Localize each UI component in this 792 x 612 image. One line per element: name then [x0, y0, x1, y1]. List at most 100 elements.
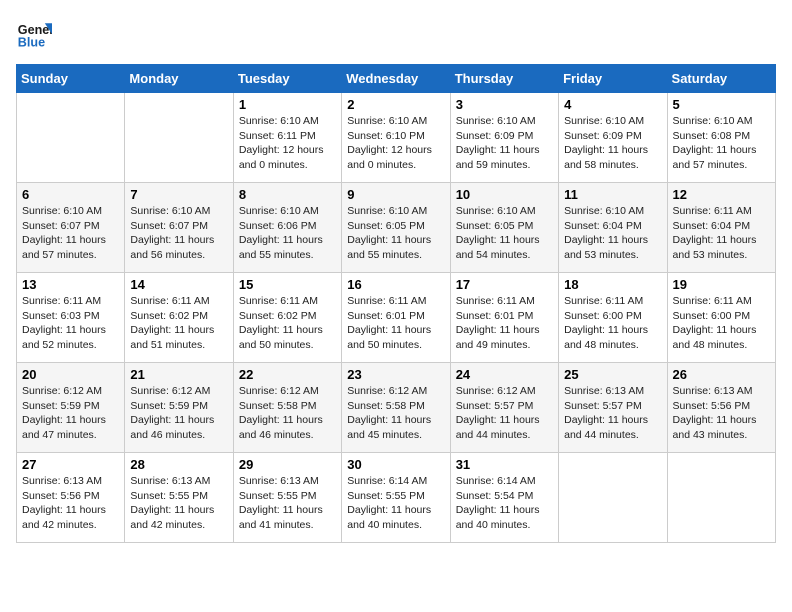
day-number: 9 — [347, 187, 444, 202]
calendar-cell: 6Sunrise: 6:10 AMSunset: 6:07 PMDaylight… — [17, 183, 125, 273]
day-header-thursday: Thursday — [450, 65, 558, 93]
day-number: 19 — [673, 277, 770, 292]
calendar-cell — [125, 93, 233, 183]
calendar-cell — [559, 453, 667, 543]
day-info: Sunrise: 6:13 AMSunset: 5:56 PMDaylight:… — [673, 384, 770, 443]
calendar-cell: 19 Sunrise: 6:11 AMSunset: 6:00 PMDayligh… — [667, 273, 775, 363]
day-info: Sunrise: 6:12 AMSunset: 5:58 PMDaylight:… — [347, 384, 444, 443]
calendar-week-5: 27Sunrise: 6:13 AMSunset: 5:56 PMDayligh… — [17, 453, 776, 543]
day-info: Sunrise: 6:10 AMSunset: 6:10 PMDaylight:… — [347, 114, 444, 173]
calendar-cell: 24Sunrise: 6:12 AMSunset: 5:57 PMDayligh… — [450, 363, 558, 453]
calendar-week-1: 1 Sunrise: 6:10 AMSunset: 6:11 PMDaylight… — [17, 93, 776, 183]
day-info: Sunrise: 6:10 AMSunset: 6:09 PMDaylight:… — [456, 114, 553, 173]
calendar-cell: 4 Sunrise: 6:10 AMSunset: 6:09 PMDaylight… — [559, 93, 667, 183]
day-number: 26 — [673, 367, 770, 382]
logo: General Blue — [16, 16, 52, 52]
day-info: Sunrise: 6:10 AMSunset: 6:04 PMDaylight:… — [564, 204, 661, 263]
day-number: 4 — [564, 97, 661, 112]
calendar-cell: 16Sunrise: 6:11 AMSunset: 6:01 PMDayligh… — [342, 273, 450, 363]
calendar-cell: 28Sunrise: 6:13 AMSunset: 5:55 PMDayligh… — [125, 453, 233, 543]
day-number: 28 — [130, 457, 227, 472]
day-number: 6 — [22, 187, 119, 202]
calendar-cell: 25 Sunrise: 6:13 AMSunset: 5:57 PMDayligh… — [559, 363, 667, 453]
calendar-cell: 11 Sunrise: 6:10 AMSunset: 6:04 PMDayligh… — [559, 183, 667, 273]
day-number: 15 — [239, 277, 336, 292]
calendar-header-row: SundayMondayTuesdayWednesdayThursdayFrid… — [17, 65, 776, 93]
day-info: Sunrise: 6:14 AMSunset: 5:54 PMDaylight:… — [456, 474, 553, 533]
day-number: 17 — [456, 277, 553, 292]
calendar-cell: 10 Sunrise: 6:10 AMSunset: 6:05 PMDayligh… — [450, 183, 558, 273]
day-header-sunday: Sunday — [17, 65, 125, 93]
calendar-cell: 22 Sunrise: 6:12 AMSunset: 5:58 PMDayligh… — [233, 363, 341, 453]
calendar-cell: 15 Sunrise: 6:11 AMSunset: 6:02 PMDayligh… — [233, 273, 341, 363]
day-info: Sunrise: 6:10 AMSunset: 6:05 PMDaylight:… — [456, 204, 553, 263]
calendar-cell: 12 Sunrise: 6:11 AMSunset: 6:04 PMDayligh… — [667, 183, 775, 273]
day-number: 7 — [130, 187, 227, 202]
calendar-cell: 31 Sunrise: 6:14 AMSunset: 5:54 PMDayligh… — [450, 453, 558, 543]
day-info: Sunrise: 6:10 AMSunset: 6:07 PMDaylight:… — [130, 204, 227, 263]
calendar-cell: 5Sunrise: 6:10 AMSunset: 6:08 PMDaylight… — [667, 93, 775, 183]
calendar-cell: 14 Sunrise: 6:11 AMSunset: 6:02 PMDayligh… — [125, 273, 233, 363]
day-header-friday: Friday — [559, 65, 667, 93]
day-info: Sunrise: 6:12 AMSunset: 5:57 PMDaylight:… — [456, 384, 553, 443]
day-number: 21 — [130, 367, 227, 382]
calendar-cell: 20Sunrise: 6:12 AMSunset: 5:59 PMDayligh… — [17, 363, 125, 453]
logo-icon: General Blue — [16, 16, 52, 52]
calendar-week-2: 6 Sunrise: 6:10 AMSunset: 6:07 PMDaylight… — [17, 183, 776, 273]
day-number: 25 — [564, 367, 661, 382]
day-number: 30 — [347, 457, 444, 472]
day-number: 12 — [673, 187, 770, 202]
page-header: General Blue — [16, 16, 776, 52]
day-info: Sunrise: 6:10 AMSunset: 6:09 PMDaylight:… — [564, 114, 661, 173]
calendar-week-4: 20Sunrise: 6:12 AMSunset: 5:59 PMDayligh… — [17, 363, 776, 453]
calendar-cell — [17, 93, 125, 183]
day-info: Sunrise: 6:11 AMSunset: 6:02 PMDaylight:… — [239, 294, 336, 353]
day-info: Sunrise: 6:10 AMSunset: 6:08 PMDaylight:… — [673, 114, 770, 173]
day-info: Sunrise: 6:12 AMSunset: 5:58 PMDaylight:… — [239, 384, 336, 443]
day-info: Sunrise: 6:10 AMSunset: 6:05 PMDaylight:… — [347, 204, 444, 263]
calendar-cell: 9 Sunrise: 6:10 AMSunset: 6:05 PMDaylight… — [342, 183, 450, 273]
calendar-cell: 29Sunrise: 6:13 AMSunset: 5:55 PMDayligh… — [233, 453, 341, 543]
calendar-cell: 7 Sunrise: 6:10 AMSunset: 6:07 PMDaylight… — [125, 183, 233, 273]
day-info: Sunrise: 6:11 AMSunset: 6:04 PMDaylight:… — [673, 204, 770, 263]
day-number: 11 — [564, 187, 661, 202]
calendar-cell: 18Sunrise: 6:11 AMSunset: 6:00 PMDayligh… — [559, 273, 667, 363]
day-info: Sunrise: 6:11 AMSunset: 6:02 PMDaylight:… — [130, 294, 227, 353]
day-info: Sunrise: 6:12 AMSunset: 5:59 PMDaylight:… — [130, 384, 227, 443]
svg-text:Blue: Blue — [18, 36, 45, 50]
day-number: 13 — [22, 277, 119, 292]
day-info: Sunrise: 6:11 AMSunset: 6:03 PMDaylight:… — [22, 294, 119, 353]
calendar-week-3: 13 Sunrise: 6:11 AMSunset: 6:03 PMDayligh… — [17, 273, 776, 363]
calendar-cell: 1 Sunrise: 6:10 AMSunset: 6:11 PMDaylight… — [233, 93, 341, 183]
day-header-tuesday: Tuesday — [233, 65, 341, 93]
day-info: Sunrise: 6:11 AMSunset: 6:01 PMDaylight:… — [347, 294, 444, 353]
day-number: 22 — [239, 367, 336, 382]
day-info: Sunrise: 6:13 AMSunset: 5:55 PMDaylight:… — [239, 474, 336, 533]
day-header-monday: Monday — [125, 65, 233, 93]
day-number: 14 — [130, 277, 227, 292]
day-info: Sunrise: 6:11 AMSunset: 6:01 PMDaylight:… — [456, 294, 553, 353]
day-header-wednesday: Wednesday — [342, 65, 450, 93]
calendar-cell: 13 Sunrise: 6:11 AMSunset: 6:03 PMDayligh… — [17, 273, 125, 363]
calendar-cell: 27Sunrise: 6:13 AMSunset: 5:56 PMDayligh… — [17, 453, 125, 543]
day-info: Sunrise: 6:14 AMSunset: 5:55 PMDaylight:… — [347, 474, 444, 533]
calendar-cell: 17 Sunrise: 6:11 AMSunset: 6:01 PMDayligh… — [450, 273, 558, 363]
day-number: 3 — [456, 97, 553, 112]
day-info: Sunrise: 6:10 AMSunset: 6:11 PMDaylight:… — [239, 114, 336, 173]
day-info: Sunrise: 6:13 AMSunset: 5:57 PMDaylight:… — [564, 384, 661, 443]
day-number: 23 — [347, 367, 444, 382]
day-info: Sunrise: 6:11 AMSunset: 6:00 PMDaylight:… — [673, 294, 770, 353]
calendar-cell: 2Sunrise: 6:10 AMSunset: 6:10 PMDaylight… — [342, 93, 450, 183]
calendar-cell: 23 Sunrise: 6:12 AMSunset: 5:58 PMDayligh… — [342, 363, 450, 453]
day-info: Sunrise: 6:11 AMSunset: 6:00 PMDaylight:… — [564, 294, 661, 353]
calendar-table: SundayMondayTuesdayWednesdayThursdayFrid… — [16, 64, 776, 543]
calendar-cell: 30 Sunrise: 6:14 AMSunset: 5:55 PMDayligh… — [342, 453, 450, 543]
day-number: 1 — [239, 97, 336, 112]
calendar-cell: 26 Sunrise: 6:13 AMSunset: 5:56 PMDayligh… — [667, 363, 775, 453]
calendar-cell: 21 Sunrise: 6:12 AMSunset: 5:59 PMDayligh… — [125, 363, 233, 453]
calendar-cell — [667, 453, 775, 543]
day-number: 31 — [456, 457, 553, 472]
day-info: Sunrise: 6:13 AMSunset: 5:56 PMDaylight:… — [22, 474, 119, 533]
day-number: 10 — [456, 187, 553, 202]
day-number: 8 — [239, 187, 336, 202]
